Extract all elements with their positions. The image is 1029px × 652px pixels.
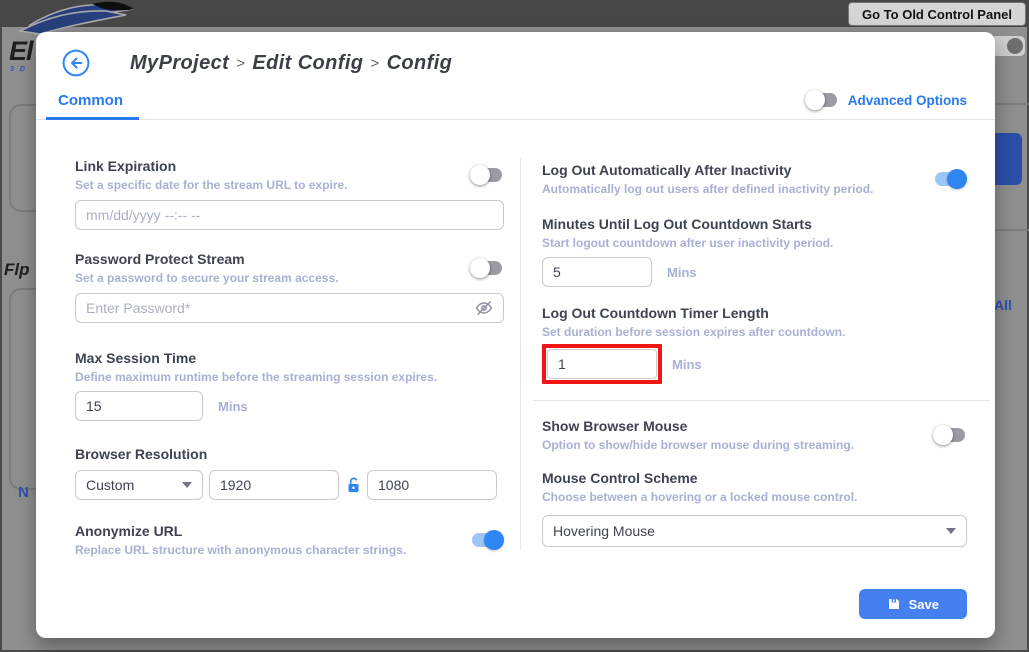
max-session-time-unit: Mins bbox=[218, 399, 248, 414]
resolution-preset-value: Custom bbox=[86, 477, 134, 493]
tab-common[interactable]: Common bbox=[46, 88, 139, 120]
section-divider bbox=[533, 400, 990, 401]
resolution-height-input[interactable] bbox=[367, 470, 497, 500]
link-expiration-group: Link Expiration Set a specific date for … bbox=[75, 157, 504, 230]
anonymize-url-desc: Replace URL structure with anonymous cha… bbox=[75, 542, 406, 558]
password-protect-label: Password Protect Stream bbox=[75, 250, 338, 268]
auto-logout-toggle[interactable] bbox=[933, 169, 967, 189]
max-session-time-input[interactable] bbox=[75, 391, 203, 421]
save-icon bbox=[887, 597, 901, 611]
browser-resolution-group: Browser Resolution Custom bbox=[75, 445, 504, 500]
aspect-lock-icon[interactable] bbox=[345, 477, 361, 494]
mouse-scheme-label: Mouse Control Scheme bbox=[542, 469, 967, 487]
link-expiration-desc: Set a specific date for the stream URL t… bbox=[75, 177, 348, 193]
edit-config-modal: MyProject>Edit Config>Config Common Adva… bbox=[36, 32, 995, 638]
link-expiration-label: Link Expiration bbox=[75, 157, 348, 175]
screen: Go To Old Control Panel El 3 D Flp N All… bbox=[0, 0, 1029, 652]
countdown-length-unit: Mins bbox=[672, 357, 702, 372]
anonymize-url-toggle[interactable] bbox=[470, 530, 504, 550]
save-button-label: Save bbox=[909, 597, 939, 612]
tab-bar: Common Advanced Options bbox=[36, 85, 995, 120]
save-button[interactable]: Save bbox=[859, 589, 967, 619]
advanced-options-label: Advanced Options bbox=[848, 93, 967, 108]
password-protect-toggle[interactable] bbox=[470, 258, 504, 278]
countdown-length-input[interactable] bbox=[547, 349, 657, 379]
countdown-start-input[interactable] bbox=[542, 257, 652, 287]
password-protect-desc: Set a password to secure your stream acc… bbox=[75, 270, 338, 286]
left-column: Link Expiration Set a specific date for … bbox=[36, 120, 520, 619]
advanced-options-toggle[interactable] bbox=[805, 90, 839, 110]
max-session-time-label: Max Session Time bbox=[75, 349, 504, 367]
breadcrumb-edit-config: Edit Config bbox=[252, 52, 363, 74]
background-view-all-fragment: All bbox=[994, 297, 1012, 313]
max-session-time-desc: Define maximum runtime before the stream… bbox=[75, 369, 504, 385]
auto-logout-desc: Automatically log out users after define… bbox=[542, 181, 873, 197]
back-button[interactable] bbox=[62, 49, 90, 77]
countdown-start-group: Minutes Until Log Out Countdown Starts S… bbox=[542, 215, 967, 287]
advanced-options-control: Advanced Options bbox=[805, 90, 967, 119]
max-session-time-group: Max Session Time Define maximum runtime … bbox=[75, 349, 504, 421]
background-toggle-fragment bbox=[991, 36, 1025, 56]
show-mouse-desc: Option to show/hide browser mouse during… bbox=[542, 437, 854, 453]
link-expiration-toggle[interactable] bbox=[470, 165, 504, 185]
browser-resolution-label: Browser Resolution bbox=[75, 445, 504, 463]
resolution-width-input[interactable] bbox=[209, 470, 339, 500]
show-mouse-label: Show Browser Mouse bbox=[542, 417, 854, 435]
mouse-scheme-desc: Choose between a hovering or a locked mo… bbox=[542, 489, 967, 505]
countdown-start-unit: Mins bbox=[667, 265, 697, 280]
auto-logout-group: Log Out Automatically After Inactivity A… bbox=[542, 161, 967, 197]
password-input[interactable] bbox=[75, 293, 504, 323]
modal-body: Link Expiration Set a specific date for … bbox=[36, 120, 995, 619]
mouse-scheme-select[interactable]: Hovering Mouse bbox=[542, 515, 967, 547]
chevron-down-icon bbox=[182, 482, 192, 488]
right-column: Log Out Automatically After Inactivity A… bbox=[520, 120, 995, 619]
countdown-start-label: Minutes Until Log Out Countdown Starts bbox=[542, 215, 967, 233]
breadcrumb-config: Config bbox=[387, 52, 453, 74]
background-section-title-fragment: Flp bbox=[4, 260, 30, 280]
eye-off-icon[interactable] bbox=[474, 298, 494, 323]
countdown-length-group: Log Out Countdown Timer Length Set durat… bbox=[542, 304, 967, 384]
anonymize-url-label: Anonymize URL bbox=[75, 522, 406, 540]
auto-logout-label: Log Out Automatically After Inactivity bbox=[542, 161, 873, 179]
countdown-length-desc: Set duration before session expires afte… bbox=[542, 324, 967, 340]
column-divider bbox=[520, 158, 521, 550]
show-mouse-toggle[interactable] bbox=[933, 425, 967, 445]
password-protect-group: Password Protect Stream Set a password t… bbox=[75, 250, 504, 323]
countdown-length-label: Log Out Countdown Timer Length bbox=[542, 304, 967, 322]
countdown-start-desc: Start logout countdown after user inacti… bbox=[542, 235, 967, 251]
mouse-scheme-group: Mouse Control Scheme Choose between a ho… bbox=[542, 469, 967, 547]
mouse-scheme-value: Hovering Mouse bbox=[553, 523, 655, 539]
anonymize-url-group: Anonymize URL Replace URL structure with… bbox=[75, 522, 504, 558]
background-logo-subtext-fragment: 3 D bbox=[10, 66, 27, 73]
red-annotation-highlight bbox=[542, 344, 662, 384]
chevron-down-icon bbox=[946, 528, 956, 534]
go-to-old-control-panel-button[interactable]: Go To Old Control Panel bbox=[848, 2, 1026, 26]
breadcrumb: MyProject>Edit Config>Config bbox=[130, 52, 452, 75]
breadcrumb-project: MyProject bbox=[130, 52, 229, 74]
arrow-left-icon bbox=[62, 49, 90, 77]
show-mouse-group: Show Browser Mouse Option to show/hide b… bbox=[542, 417, 967, 453]
modal-header: MyProject>Edit Config>Config bbox=[36, 32, 995, 85]
resolution-preset-select[interactable]: Custom bbox=[75, 470, 203, 500]
link-expiration-date-input[interactable] bbox=[75, 200, 504, 230]
background-link-fragment: N bbox=[18, 484, 29, 501]
